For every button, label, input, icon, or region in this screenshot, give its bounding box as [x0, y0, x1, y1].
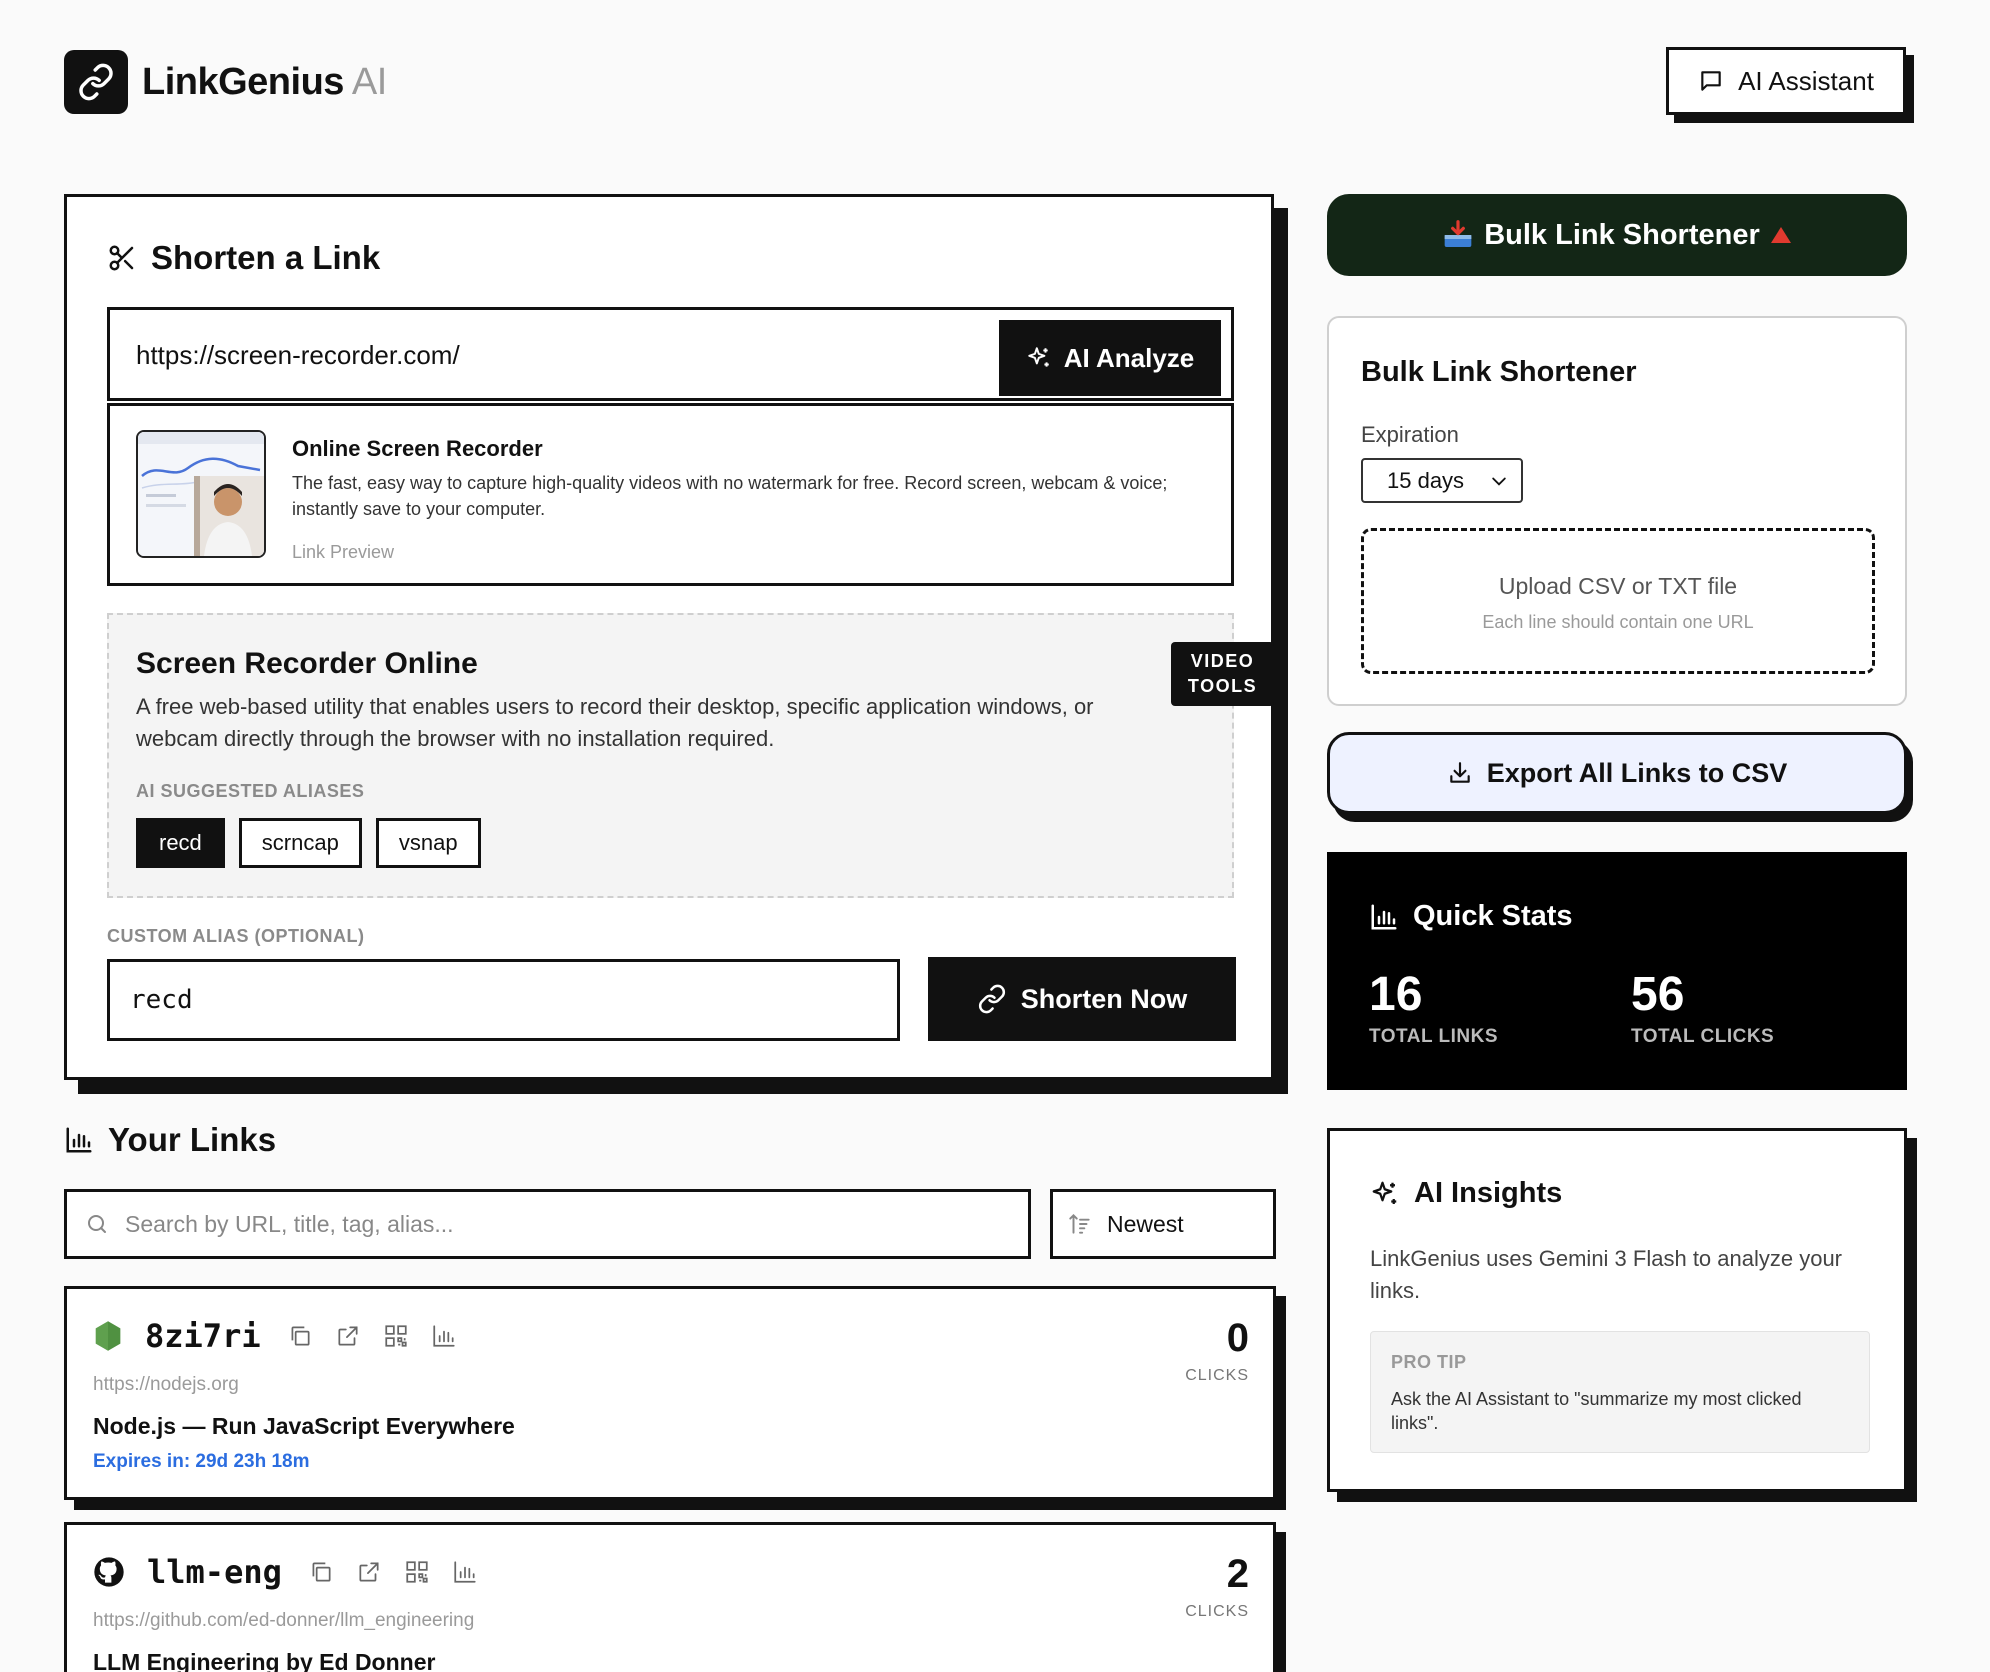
category-badge: VIDEO TOOLS: [1171, 642, 1274, 706]
search-placeholder: Search by URL, title, tag, alias...: [125, 1210, 454, 1237]
total-clicks-stat: 56 TOTAL CLICKS: [1631, 968, 1774, 1048]
total-clicks-label: TOTAL CLICKS: [1631, 1026, 1775, 1047]
total-clicks-value: 56: [1631, 968, 1685, 1021]
url-input[interactable]: https://screen-recorder.com/: [136, 340, 460, 371]
alias-chip[interactable]: recd: [136, 818, 225, 868]
copy-icon[interactable]: [287, 1323, 313, 1349]
upload-title: Upload CSV or TXT file: [1498, 573, 1738, 599]
sort-icon: [1067, 1211, 1093, 1237]
logo: LinkGenius AI: [64, 50, 387, 114]
link-alias-row: llm-eng: [93, 1553, 478, 1591]
ai-insights-title: AI Insights: [1370, 1177, 1562, 1210]
pro-tip-text: Ask the AI Assistant to "summarize my mo…: [1391, 1389, 1802, 1433]
link-card: llm-eng https://github.com/ed-donner/llm…: [64, 1522, 1276, 1672]
link-url[interactable]: https://github.com/ed-donner/llm_enginee…: [93, 1610, 474, 1632]
ai-assistant-button[interactable]: AI Assistant: [1666, 47, 1906, 115]
pro-tip-label: PRO TIP: [1391, 1352, 1467, 1372]
bar-chart-icon: [64, 1125, 94, 1155]
message-icon: [1698, 68, 1724, 94]
bulk-shortener-button[interactable]: Bulk Link Shortener: [1327, 194, 1907, 276]
link-alias[interactable]: 8zi7ri: [145, 1317, 261, 1355]
expiration-select[interactable]: 15 days: [1361, 458, 1523, 503]
file-upload-dropzone[interactable]: Upload CSV or TXT file Each line should …: [1361, 528, 1875, 674]
ai-assistant-label: AI Assistant: [1738, 65, 1874, 96]
search-input[interactable]: Search by URL, title, tag, alias...: [64, 1189, 1031, 1259]
ai-description: A free web-based utility that enables us…: [136, 694, 1094, 751]
brand-suffix: AI: [351, 60, 387, 103]
link-alias-row: 8zi7ri: [93, 1317, 457, 1355]
nodejs-icon: [93, 1320, 123, 1352]
preview-thumbnail: [136, 430, 266, 558]
qr-code-icon[interactable]: [404, 1559, 430, 1585]
search-icon: [85, 1212, 109, 1236]
scissors-icon: [107, 243, 137, 273]
bulk-card-title: Bulk Link Shortener: [1361, 356, 1637, 388]
click-count-value: 2: [1226, 1552, 1249, 1596]
quick-stats-title: Quick Stats: [1369, 900, 1573, 933]
custom-alias-label: CUSTOM ALIAS (OPTIONAL): [107, 926, 365, 946]
ai-analyze-button[interactable]: AI Analyze: [999, 320, 1221, 396]
download-icon: [1447, 760, 1473, 786]
sparkles-icon: [1370, 1179, 1400, 1209]
external-link-icon[interactable]: [356, 1559, 382, 1585]
bulk-shortener-card: Bulk Link Shortener Expiration 15 days U…: [1327, 316, 1907, 706]
sort-button[interactable]: Newest: [1050, 1189, 1276, 1259]
upload-hint: Each line should contain one URL: [1482, 612, 1754, 632]
alias-chip[interactable]: vsnap: [375, 818, 481, 868]
ai-title: Screen Recorder Online: [136, 647, 478, 680]
preview-title: Online Screen Recorder: [292, 436, 543, 461]
expiration-label: Expiration: [1361, 422, 1459, 447]
click-count: 2 CLICKS: [1185, 1553, 1249, 1621]
shorten-title: Shorten a Link: [107, 239, 380, 277]
alias-chips: recd scrncap vsnap: [136, 818, 481, 868]
click-count: 0 CLICKS: [1185, 1317, 1249, 1385]
analytics-icon[interactable]: [452, 1559, 478, 1585]
click-count-value: 0: [1226, 1316, 1249, 1360]
inbox-tray-icon: [1442, 219, 1474, 251]
bar-chart-icon: [1369, 902, 1399, 932]
ai-analysis-box: Screen Recorder Online A free web-based …: [107, 613, 1274, 898]
ai-insights-card: AI Insights LinkGenius uses Gemini 3 Fla…: [1327, 1128, 1907, 1492]
your-links-title: Your Links: [64, 1121, 276, 1159]
ai-insights-description: LinkGenius uses Gemini 3 Flash to analyz…: [1370, 1246, 1843, 1303]
qr-code-icon[interactable]: [383, 1323, 409, 1349]
copy-icon[interactable]: [308, 1559, 334, 1585]
link-title: Node.js — Run JavaScript Everywhere: [93, 1413, 515, 1439]
shorten-now-button[interactable]: Shorten Now: [928, 957, 1236, 1041]
brand-name: LinkGenius AI: [142, 60, 387, 103]
link-preview: Online Screen Recorder The fast, easy wa…: [107, 403, 1234, 586]
quick-stats-panel: Quick Stats 16 TOTAL LINKS 56 TOTAL CLIC…: [1327, 852, 1907, 1090]
pro-tip-box: PRO TIP Ask the AI Assistant to "summari…: [1370, 1331, 1870, 1453]
click-count-label: CLICKS: [1185, 1603, 1249, 1620]
link-logo-icon: [64, 50, 128, 114]
github-icon: [93, 1556, 125, 1588]
link-icon: [977, 984, 1007, 1014]
alias-chip[interactable]: scrncap: [238, 818, 362, 868]
external-link-icon[interactable]: [335, 1323, 361, 1349]
export-csv-button[interactable]: Export All Links to CSV: [1327, 732, 1907, 814]
click-count-label: CLICKS: [1185, 1367, 1249, 1384]
ai-aliases-label: AI SUGGESTED ALIASES: [136, 781, 365, 801]
custom-alias-input[interactable]: recd: [107, 959, 900, 1041]
url-input-row: https://screen-recorder.com/ AI Analyze: [107, 307, 1234, 401]
link-expiry: Expires in: 29d 23h 18m: [93, 1451, 310, 1472]
link-url[interactable]: https://nodejs.org: [93, 1374, 239, 1396]
link-alias[interactable]: llm-eng: [147, 1553, 282, 1591]
total-links-value: 16: [1369, 968, 1423, 1021]
total-links-label: TOTAL LINKS: [1369, 1026, 1498, 1047]
triangle-up-icon: [1770, 225, 1792, 245]
link-title: LLM Engineering by Ed Donner: [93, 1649, 436, 1672]
shorten-card: Shorten a Link https://screen-recorder.c…: [64, 194, 1274, 1080]
analytics-icon[interactable]: [431, 1323, 457, 1349]
sparkles-icon: [1026, 345, 1052, 371]
link-card: 8zi7ri https://nodejs.org Node.js — Run …: [64, 1286, 1276, 1500]
total-links-stat: 16 TOTAL LINKS: [1369, 968, 1498, 1048]
preview-tag: Link Preview: [292, 542, 395, 562]
chevron-down-icon: [1489, 471, 1509, 491]
preview-description: The fast, easy way to capture high-quali…: [292, 473, 1168, 519]
